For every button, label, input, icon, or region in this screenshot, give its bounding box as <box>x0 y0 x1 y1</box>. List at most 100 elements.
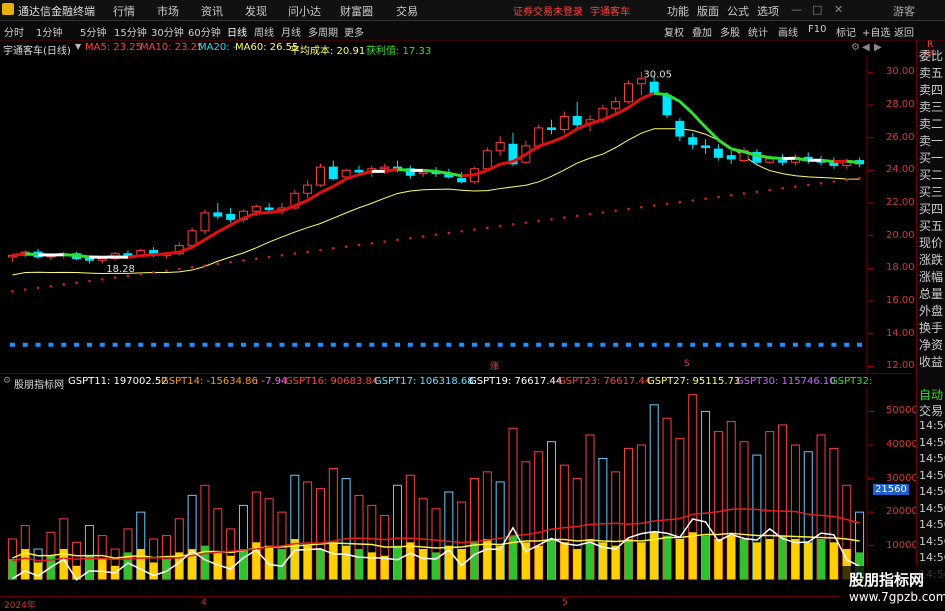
blue-block <box>177 343 182 347</box>
period-5min[interactable]: 5分钟 <box>80 24 106 39</box>
candle-body <box>458 179 466 182</box>
blue-block <box>279 343 284 347</box>
overlay-button[interactable]: 叠加 <box>692 24 712 39</box>
draw-line-button[interactable]: 画线 <box>778 24 798 39</box>
blue-block <box>434 343 439 347</box>
filled-bar <box>702 536 710 580</box>
filled-bar <box>393 546 401 580</box>
login-status[interactable]: 证券交易未登录 <box>513 3 583 18</box>
settings-icon[interactable]: ⚙ <box>851 42 860 53</box>
menu-market[interactable]: 市场 <box>157 3 179 19</box>
period-15min[interactable]: 15分钟 <box>114 24 147 39</box>
sar-dot <box>807 184 810 187</box>
candle-body <box>252 206 260 211</box>
menu-news[interactable]: 资讯 <box>201 3 223 19</box>
chevron-down-icon[interactable]: ▼ <box>75 42 81 51</box>
stock-title[interactable]: 宇通客车(日线) <box>3 42 71 57</box>
gspt14b-value: : -7.94 <box>255 376 287 387</box>
main-info-bar: 宇通客车(日线) ▼ MA5: 23.25 MA10: 23.25 MA20: … <box>0 41 912 56</box>
add-watchlist-button[interactable]: +自选 <box>862 24 890 39</box>
candle-body <box>676 121 684 136</box>
f10-button[interactable]: F10 <box>808 24 826 35</box>
filled-bar <box>355 549 363 579</box>
multi-stock-button[interactable]: 多股 <box>720 24 740 39</box>
user-label[interactable]: 游客 <box>893 3 915 19</box>
ma-segment <box>154 254 167 255</box>
sar-dot <box>332 247 335 250</box>
statistics-button[interactable]: 统计 <box>748 24 768 39</box>
title-bar: 通达信金融终端 行情 市场 资讯 发现 问小达 财富圈 交易 证券交易未登录 宇… <box>0 0 945 21</box>
blue-block <box>202 343 207 347</box>
blue-block <box>408 343 413 347</box>
period-weekly[interactable]: 周线 <box>254 24 274 39</box>
mark-button[interactable]: 标记 <box>836 24 856 39</box>
sar-dot <box>127 275 130 278</box>
filled-bar <box>368 552 376 579</box>
period-daily[interactable]: 日线 <box>227 24 247 39</box>
menu-formula[interactable]: 公式 <box>727 3 749 19</box>
period-multi[interactable]: 多周期 <box>308 24 338 39</box>
ma-segment <box>770 158 783 159</box>
blue-block <box>228 343 233 347</box>
sar-dot <box>679 201 682 204</box>
sar-dot <box>512 223 515 226</box>
gear-icon[interactable]: ⚙ <box>3 376 11 386</box>
blue-block <box>613 343 618 347</box>
candle-body <box>702 146 710 148</box>
candle-body <box>689 138 697 145</box>
period-more[interactable]: 更多 <box>344 24 364 39</box>
period-30min[interactable]: 30分钟 <box>151 24 184 39</box>
ma-segment <box>654 93 667 94</box>
candle-body <box>316 167 324 185</box>
menu-options[interactable]: 选项 <box>757 3 779 19</box>
blue-block <box>318 343 323 347</box>
watermark-title: 股朋指标网 <box>849 569 924 590</box>
close-button[interactable]: ✕ <box>834 3 843 16</box>
back-button[interactable]: 返回 <box>894 24 914 39</box>
blue-block <box>562 343 567 347</box>
filled-bar <box>496 546 504 580</box>
price-chart[interactable]: 30.05 18.28 <box>0 56 912 373</box>
blue-block <box>10 343 15 347</box>
filled-bar <box>689 532 697 579</box>
app-logo-icon <box>2 3 14 15</box>
sar-dot <box>281 254 284 257</box>
menu-community[interactable]: 财富圈 <box>340 3 373 19</box>
menu-ask[interactable]: 问小达 <box>288 3 321 19</box>
candle-body <box>355 170 363 172</box>
menu-discover[interactable]: 发现 <box>245 3 267 19</box>
ma-segment <box>269 211 282 213</box>
filled-bar <box>727 536 735 580</box>
period-monthly[interactable]: 月线 <box>281 24 301 39</box>
sar-dot <box>24 288 27 291</box>
period-60min[interactable]: 60分钟 <box>188 24 221 39</box>
minimize-button[interactable]: — <box>791 3 802 16</box>
menu-layout[interactable]: 版面 <box>697 3 719 19</box>
menu-trade[interactable]: 交易 <box>396 3 418 19</box>
maximize-button[interactable]: □ <box>812 3 822 16</box>
period-timeshare[interactable]: 分时 <box>4 24 24 39</box>
arrow-right-icon[interactable]: ▶ <box>874 42 882 53</box>
blue-block <box>806 343 811 347</box>
blue-block <box>472 343 477 347</box>
indicator-chart[interactable] <box>0 388 912 596</box>
filled-bar <box>483 539 491 579</box>
candle-body <box>265 208 273 210</box>
ma-segment <box>128 256 141 258</box>
period-1min[interactable]: 1分钟 <box>36 24 62 39</box>
menu-quotes[interactable]: 行情 <box>113 3 135 19</box>
gspt23-value: GSPT23: 76617.44 <box>558 376 651 387</box>
filled-bar <box>304 546 312 580</box>
blue-block <box>254 343 259 347</box>
menu-function[interactable]: 功能 <box>667 3 689 19</box>
ma-segment <box>795 158 808 160</box>
sar-dot <box>242 259 245 262</box>
sar-dot <box>371 242 374 245</box>
blue-block <box>742 343 747 347</box>
blue-block <box>87 343 92 347</box>
adjust-button[interactable]: 复权 <box>664 24 684 39</box>
ma-segment <box>847 161 860 162</box>
blue-block <box>793 343 798 347</box>
arrow-left-icon[interactable]: ◀ <box>862 42 870 53</box>
price-axis-label: 20.00 <box>886 230 915 241</box>
